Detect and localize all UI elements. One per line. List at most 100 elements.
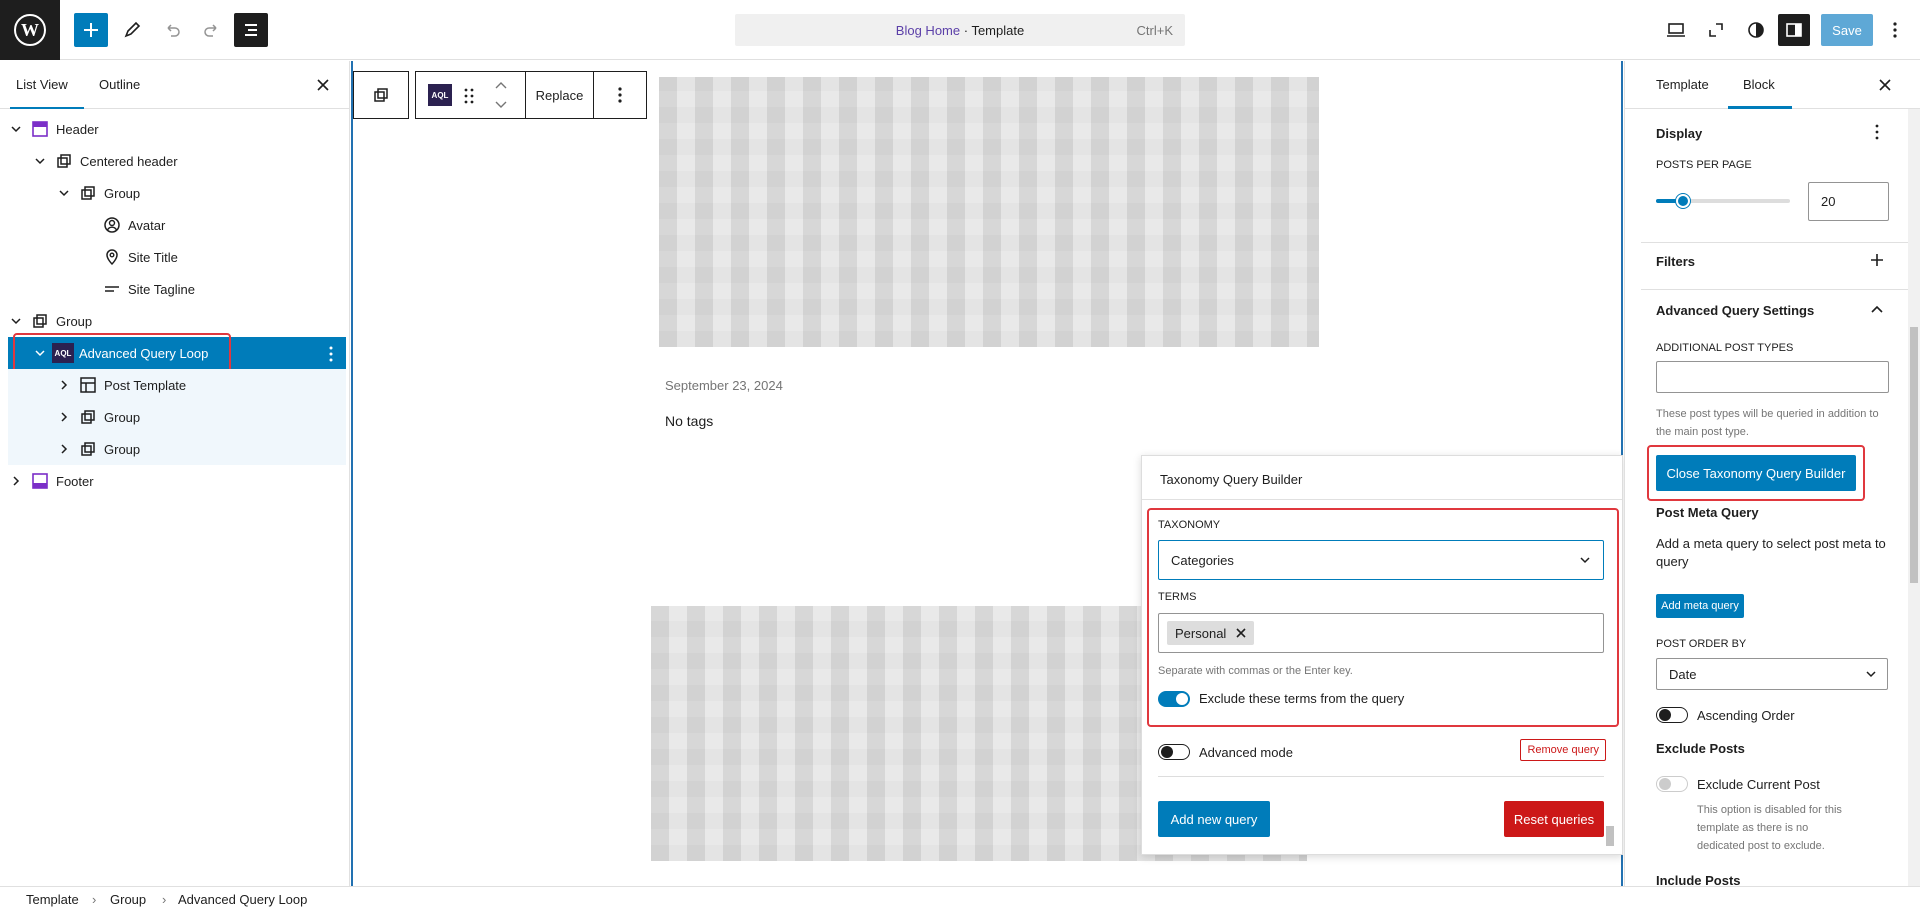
more-options-icon[interactable] xyxy=(1874,124,1880,140)
list-item-site-tagline[interactable]: Site Tagline xyxy=(0,273,346,305)
document-overview-icon[interactable] xyxy=(234,13,268,47)
top-toolbar: W Blog Home · Template Ctrl+K Save xyxy=(0,0,1920,60)
list-item-label: Post Template xyxy=(104,377,187,393)
additional-post-types-input[interactable] xyxy=(1656,361,1889,393)
chevron-right-icon[interactable] xyxy=(57,410,71,424)
breadcrumb-item-group[interactable]: Group xyxy=(110,892,146,907)
save-button[interactable]: Save xyxy=(1821,14,1873,46)
tab-list-view[interactable]: List View xyxy=(16,77,68,92)
chevron-right-icon[interactable] xyxy=(57,442,71,456)
list-item-post-template[interactable]: Post Template xyxy=(8,369,346,401)
chevron-up-icon[interactable] xyxy=(1870,303,1884,315)
post-order-by-value: Date xyxy=(1669,666,1697,682)
device-preview-icon[interactable] xyxy=(1658,12,1694,48)
tab-block[interactable]: Block xyxy=(1743,77,1775,92)
highlight-box xyxy=(13,333,231,373)
tools-pencil-icon[interactable] xyxy=(114,12,150,48)
svg-text:W: W xyxy=(21,20,39,40)
add-new-query-button[interactable]: Add new query xyxy=(1158,801,1270,837)
highlight-box xyxy=(1147,508,1619,727)
footer-template-part-icon xyxy=(32,473,48,489)
close-icon[interactable] xyxy=(313,75,333,95)
post-tags: No tags xyxy=(665,413,714,429)
group-icon xyxy=(374,88,388,102)
list-item-label: Centered header xyxy=(80,153,178,169)
list-item-header[interactable]: Header xyxy=(0,113,346,145)
redo-icon[interactable] xyxy=(194,12,230,48)
tab-outline[interactable]: Outline xyxy=(99,77,140,92)
group-icon xyxy=(81,186,95,200)
chevron-down-icon[interactable] xyxy=(9,122,23,136)
settings-sidebar: Template Block Display POSTS PER PAGE 20… xyxy=(1624,61,1920,888)
replace-button[interactable]: Replace xyxy=(525,71,593,119)
list-item-avatar[interactable]: Avatar xyxy=(0,209,346,241)
popover-title: Taxonomy Query Builder xyxy=(1160,472,1303,487)
sidebar-tabs: Template Block xyxy=(1625,61,1920,109)
chevron-down-icon[interactable] xyxy=(57,186,71,200)
advanced-query-settings-title: Advanced Query Settings xyxy=(1656,303,1815,318)
undo-icon[interactable] xyxy=(154,12,190,48)
toggle-knob xyxy=(1659,778,1671,790)
command-shortcut: Ctrl+K xyxy=(1136,22,1173,38)
list-item-centered-header[interactable]: Centered header xyxy=(0,145,346,177)
breadcrumb-item-template[interactable]: Template xyxy=(26,892,79,907)
block-options-button[interactable] xyxy=(593,71,647,119)
post-order-by-label: POST ORDER BY xyxy=(1656,638,1747,650)
command-palette-bar[interactable]: Blog Home · Template Ctrl+K xyxy=(735,14,1185,46)
list-view-panel: List View Outline Header Centered header… xyxy=(0,61,350,886)
list-item-footer[interactable]: Footer xyxy=(0,465,346,497)
advanced-mode-label: Advanced mode xyxy=(1199,745,1293,760)
close-icon[interactable] xyxy=(1875,75,1895,95)
canvas-scrollbar[interactable] xyxy=(1605,61,1615,886)
wordpress-logo-icon[interactable]: W xyxy=(0,0,60,60)
options-more-icon[interactable] xyxy=(1880,12,1910,48)
move-down-icon[interactable] xyxy=(494,100,508,110)
breadcrumb-item-advanced-query-loop: Advanced Query Loop xyxy=(178,892,308,907)
list-item-group[interactable]: Group xyxy=(8,401,346,433)
advanced-mode-toggle[interactable] xyxy=(1158,744,1190,760)
highlight-box xyxy=(1647,445,1865,501)
plus-icon[interactable] xyxy=(1870,253,1884,267)
add-block-button[interactable] xyxy=(74,13,108,47)
chevron-down-icon[interactable] xyxy=(9,314,23,328)
settings-sidebar-icon[interactable] xyxy=(1778,14,1810,46)
reset-queries-button[interactable]: Reset queries xyxy=(1504,801,1604,837)
move-up-icon[interactable] xyxy=(494,80,508,90)
styles-contrast-icon[interactable] xyxy=(1738,12,1774,48)
breadcrumb: Template › Group › Advanced Query Loop xyxy=(0,886,1920,911)
select-parent-button[interactable] xyxy=(353,71,409,119)
exclude-current-post-toggle xyxy=(1656,776,1688,792)
add-meta-query-button[interactable]: Add meta query xyxy=(1656,594,1744,618)
chevron-right-icon[interactable] xyxy=(57,378,71,392)
popover-header: Taxonomy Query Builder xyxy=(1142,456,1622,500)
chevron-right-icon[interactable] xyxy=(9,474,23,488)
list-item-site-title[interactable]: Site Title xyxy=(0,241,346,273)
list-item-label: Footer xyxy=(56,473,94,489)
scrollbar-thumb[interactable] xyxy=(1606,826,1614,846)
drag-handle-icon[interactable] xyxy=(464,88,474,104)
chevron-down-icon[interactable] xyxy=(33,154,47,168)
aql-block-icon[interactable]: AQL xyxy=(428,84,452,106)
posts-per-page-slider[interactable] xyxy=(1656,194,1790,208)
more-options-icon[interactable] xyxy=(328,346,334,362)
tab-template[interactable]: Template xyxy=(1656,77,1709,92)
toggle-knob xyxy=(1659,709,1671,721)
block-type-controls: AQL xyxy=(415,71,525,119)
list-item-group[interactable]: Group xyxy=(0,177,346,209)
external-link-icon[interactable] xyxy=(1698,12,1734,48)
pattern-icon xyxy=(57,154,71,168)
sidebar-scrollbar[interactable] xyxy=(1908,109,1920,886)
list-item-group[interactable]: Group xyxy=(8,433,346,465)
remove-query-button[interactable]: Remove query xyxy=(1520,739,1606,761)
filters-panel-title[interactable]: Filters xyxy=(1656,254,1695,269)
active-tab-indicator xyxy=(10,107,84,109)
scrollbar-thumb[interactable] xyxy=(1910,327,1918,583)
additional-post-types-label: ADDITIONAL POST TYPES xyxy=(1656,342,1794,354)
template-type: · Template xyxy=(963,22,1025,38)
divider xyxy=(1641,289,1920,290)
slider-handle[interactable] xyxy=(1675,194,1690,208)
post-order-by-select[interactable]: Date xyxy=(1656,658,1888,690)
ascending-order-toggle[interactable] xyxy=(1656,707,1688,723)
posts-per-page-input[interactable]: 20 xyxy=(1808,182,1889,221)
list-view-tabs: List View Outline xyxy=(0,61,349,109)
